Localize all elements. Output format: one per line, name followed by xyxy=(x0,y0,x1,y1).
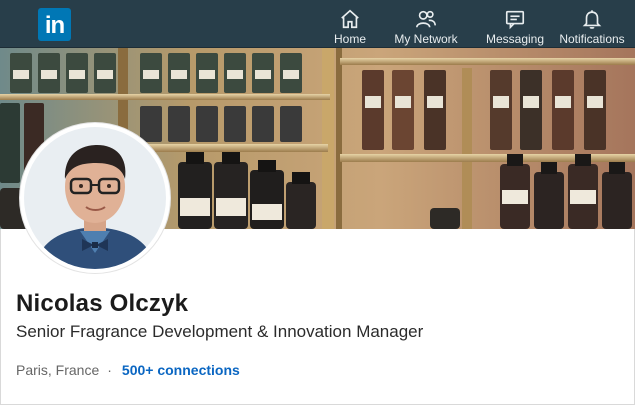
nav-messaging[interactable]: Messaging xyxy=(484,0,546,48)
linkedin-logo[interactable]: in xyxy=(38,8,71,41)
profile-meta: Paris, France · 500+ connections xyxy=(16,362,240,378)
messaging-icon xyxy=(505,10,525,30)
meta-separator: · xyxy=(107,362,112,378)
nav-messaging-label: Messaging xyxy=(485,32,545,46)
profile-avatar[interactable] xyxy=(20,123,170,273)
profile-name: Nicolas Olczyk xyxy=(16,290,189,317)
profile-photo xyxy=(24,127,166,269)
nav-home-label: Home xyxy=(333,32,366,46)
profile-headline: Senior Fragrance Development & Innovatio… xyxy=(16,322,424,341)
top-navbar: in Home My Network Messaging Notificatio… xyxy=(0,0,635,48)
nav-notifications-label: Notifications xyxy=(559,32,625,46)
profile-location: Paris, France xyxy=(16,362,100,378)
nav-home[interactable]: Home xyxy=(330,0,370,48)
nav-my-network[interactable]: My Network xyxy=(392,0,460,48)
home-icon xyxy=(341,9,359,29)
network-icon xyxy=(416,10,436,28)
bell-icon xyxy=(582,10,602,29)
connections-link[interactable]: 500+ connections xyxy=(122,362,240,378)
nav-notifications[interactable]: Notifications xyxy=(558,0,626,48)
nav-my-network-label: My Network xyxy=(394,32,458,46)
